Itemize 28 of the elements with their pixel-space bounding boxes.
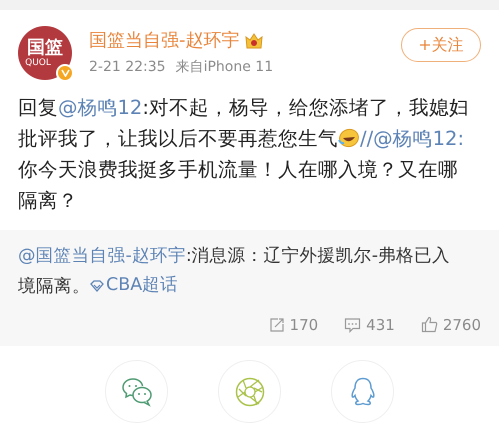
post-time: 2-21 22:35 [89,58,166,77]
quoted-post-text: @国篮当自强-赵环宇:消息源：辽宁外援凯尔-弗格已入境隔离。 CBA超话 [18,242,481,302]
penguin-icon [350,376,376,406]
thumbs-up-icon [420,316,438,334]
chat-bubbles-icon [120,376,152,406]
topic-link[interactable]: CBA超话 [90,271,178,300]
diamond-icon [90,280,104,292]
laughing-tears-emoji-icon [338,128,360,148]
avatar-logo-subtext: QUOL [25,58,51,68]
avatar-logo-text: 国篮 [27,38,63,58]
qq-share-button[interactable] [331,360,394,423]
repost-button[interactable]: 170 [268,314,318,336]
verified-badge-icon [56,64,74,82]
author-name[interactable]: 国篮当自强-赵环宇 [89,28,240,54]
post-text: 回复@杨鸣12:对不起，杨导，给您添堵了，我媳妇批评我了，让我以后不要再惹您生气 //@杨鸣12: 你今天浪费我挺多手机流量！人在哪入境？又在哪隔离？ [18,95,469,214]
follow-button[interactable]: +关注 [401,28,481,62]
aperture-icon [234,376,264,406]
like-button[interactable]: 2760 [420,314,481,336]
user-mention-link[interactable]: //@杨鸣12: [360,127,464,150]
moments-share-button[interactable] [218,360,281,423]
user-mention-link[interactable]: @杨鸣12 [58,96,142,119]
comment-button[interactable]: 431 [344,314,395,336]
crown-icon [244,32,264,50]
wechat-share-button[interactable] [105,360,168,423]
repost-icon [268,316,285,333]
user-mention-link[interactable]: @国篮当自强-赵环宇 [18,246,186,266]
comment-icon [344,316,362,333]
post-source: 来自iPhone 11 [176,58,274,77]
